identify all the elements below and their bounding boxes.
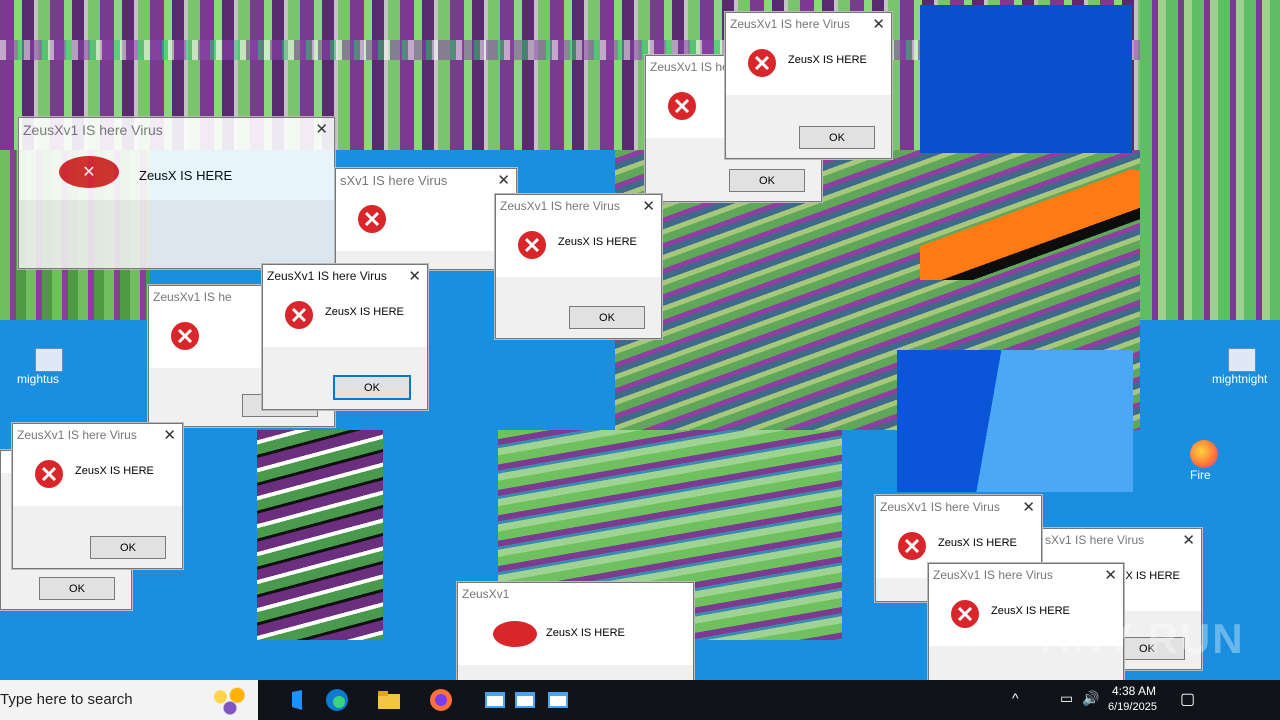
dialog-title: ZeusXv1 bbox=[462, 587, 510, 601]
error-dialog: ZeusXv1 IS here Virus ✕ ZeusX IS HERE OK bbox=[725, 12, 892, 159]
ok-button[interactable]: OK bbox=[799, 126, 875, 149]
glitch-orange bbox=[920, 170, 1140, 280]
desktop-icon-firefox[interactable]: Fire bbox=[1190, 440, 1218, 482]
ok-button[interactable]: OK bbox=[333, 375, 411, 400]
error-icon bbox=[493, 621, 537, 647]
ok-button[interactable]: OK bbox=[39, 577, 115, 600]
desktop-icon-label: Fire bbox=[1190, 468, 1211, 482]
dialog-title: ZeusXv1 IS here Virus bbox=[500, 199, 620, 213]
error-icon bbox=[516, 229, 548, 261]
close-icon[interactable]: ✕ bbox=[872, 15, 885, 33]
close-icon[interactable]: ✕ bbox=[163, 426, 176, 444]
glitch-right-strip bbox=[1140, 0, 1280, 320]
error-dialog: ZeusXv1 IS here Virus ✕ ZeusX IS HERE OK bbox=[12, 423, 183, 569]
dialog-message: ZeusX IS HERE bbox=[558, 236, 637, 248]
error-dialog-active: ZeusXv1 IS here Virus ✕ ZeusX IS HERE OK bbox=[262, 264, 428, 410]
error-dialog: ZeusXv1 IS here Virus ✕ ZeusX IS HERE OK bbox=[495, 194, 662, 339]
error-dialog-ghost-3: sXv1 IS here Virus ✕ bbox=[335, 168, 517, 270]
ok-button[interactable]: OK bbox=[90, 536, 166, 559]
cortana-icon[interactable] bbox=[286, 688, 310, 712]
windows-logo-fragment bbox=[897, 350, 1133, 492]
image-file-icon bbox=[1228, 348, 1256, 372]
blue-rect-top bbox=[920, 5, 1132, 153]
svg-text:✕: ✕ bbox=[82, 162, 95, 181]
close-icon[interactable]: ✕ bbox=[642, 197, 655, 215]
error-icon bbox=[666, 90, 698, 122]
desktop-icon-label: mightus bbox=[17, 372, 60, 386]
close-icon[interactable]: ✕ bbox=[315, 120, 328, 138]
glitch-left-block bbox=[257, 430, 383, 640]
ok-button[interactable]: OK bbox=[729, 169, 805, 192]
error-icon bbox=[746, 47, 778, 79]
firefox-icon[interactable] bbox=[429, 688, 453, 712]
dialog-title: ZeusXv1 IS here Virus bbox=[933, 568, 1053, 582]
ok-button[interactable]: OK bbox=[569, 306, 645, 329]
error-dialog-ghost-1: ZeusXv1 IS here Virus ✕ ✕ ZeusX IS HERE bbox=[18, 117, 335, 269]
error-icon bbox=[33, 458, 65, 490]
dialog-title: ZeusXv1 IS he bbox=[650, 60, 729, 74]
anyrun-watermark: ANY RUN bbox=[1040, 615, 1245, 662]
close-icon[interactable]: ✕ bbox=[1182, 531, 1195, 549]
dialog-title: ZeusXv1 IS he bbox=[153, 290, 232, 304]
dialog-title: ZeusXv1 IS here Virus bbox=[17, 428, 137, 442]
error-icon bbox=[356, 203, 388, 235]
clock-date[interactable]: 6/19/2025 bbox=[1108, 701, 1157, 713]
error-icon bbox=[949, 598, 981, 630]
desktop-icon-mightnight[interactable]: mightnight bbox=[1212, 348, 1267, 386]
close-icon[interactable]: ✕ bbox=[1022, 498, 1035, 516]
window-icon[interactable] bbox=[513, 688, 537, 712]
flower-decoration-icon bbox=[206, 684, 254, 716]
dialog-message: ZeusX IS HERE bbox=[546, 627, 625, 639]
tray-chevron-icon[interactable]: ^ bbox=[1012, 690, 1019, 706]
dialog-title: ZeusXv1 IS here Virus bbox=[730, 17, 850, 31]
search-placeholder: Type here to search bbox=[0, 691, 133, 708]
image-file-icon bbox=[35, 348, 63, 372]
error-icon bbox=[283, 299, 315, 331]
dialog-message: ZeusX IS HERE bbox=[938, 537, 1017, 549]
dialog-message: ZeusX IS HERE bbox=[325, 306, 404, 318]
file-explorer-icon[interactable] bbox=[377, 688, 401, 712]
dialog-message: ZeusX IS HERE bbox=[788, 54, 867, 66]
clock-time[interactable]: 4:38 AM bbox=[1112, 684, 1156, 698]
desktop-icon-label: mightnight bbox=[1212, 372, 1268, 386]
error-icon bbox=[896, 530, 928, 562]
dialog-title: sXv1 IS here Virus bbox=[340, 173, 448, 188]
dialog-message: ZeusX IS HERE bbox=[75, 465, 154, 477]
error-dialog-ghost-6: ZeusXv1 ZeusX IS HERE bbox=[457, 582, 694, 682]
edge-icon[interactable] bbox=[325, 688, 349, 712]
close-icon[interactable]: ✕ bbox=[497, 171, 510, 189]
close-icon[interactable]: ✕ bbox=[1104, 566, 1117, 584]
dialog-title: ZeusXv1 IS here Virus bbox=[23, 122, 163, 138]
network-icon[interactable]: ▭ bbox=[1060, 690, 1073, 707]
desktop-icon-mightus[interactable]: mightus bbox=[17, 348, 63, 386]
window-icon[interactable] bbox=[483, 688, 507, 712]
dialog-title: ZeusXv1 IS here Virus bbox=[267, 269, 387, 283]
window-icon[interactable] bbox=[546, 688, 570, 712]
notification-icon[interactable]: ▢ bbox=[1180, 689, 1195, 709]
dialog-title: ZeusXv1 IS here Virus bbox=[880, 500, 1000, 514]
taskbar-search-box[interactable]: Type here to search bbox=[0, 680, 258, 720]
error-icon: ✕ bbox=[59, 156, 119, 188]
dialog-message: ZeusX IS HERE bbox=[139, 168, 233, 183]
firefox-icon bbox=[1190, 440, 1218, 468]
dialog-title: sXv1 IS here Virus bbox=[1045, 533, 1145, 547]
volume-icon[interactable]: 🔊 bbox=[1082, 690, 1099, 707]
error-icon bbox=[169, 320, 201, 352]
close-icon[interactable]: ✕ bbox=[408, 267, 421, 285]
